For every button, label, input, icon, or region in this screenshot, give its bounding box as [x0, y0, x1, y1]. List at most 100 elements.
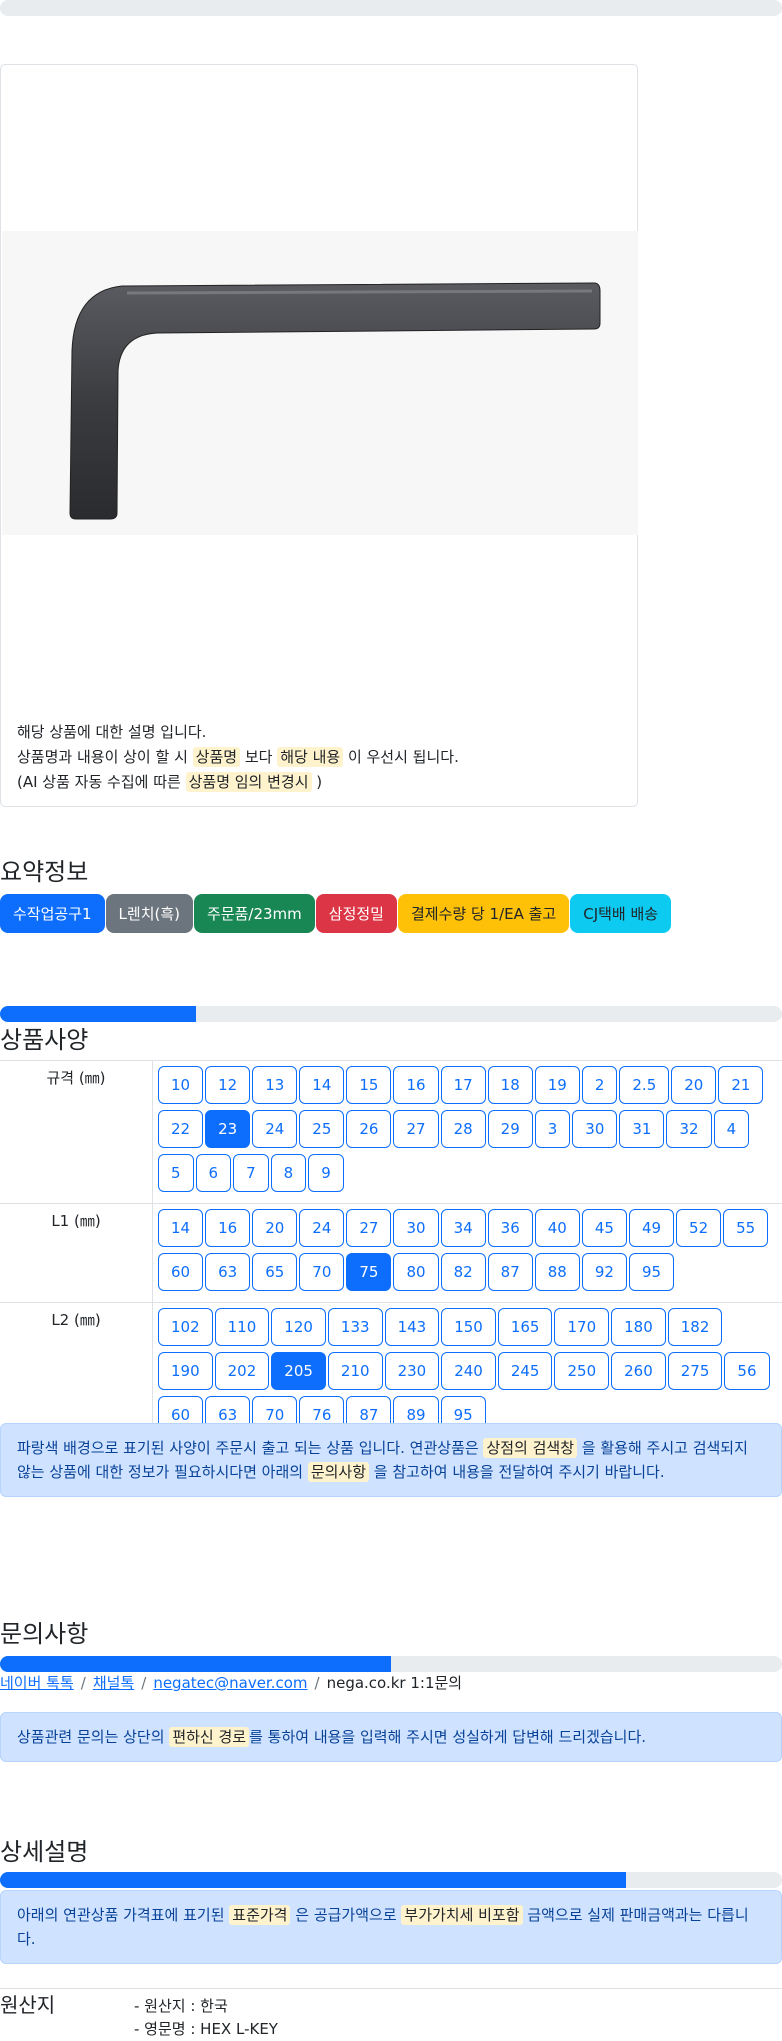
- spec-option-chip[interactable]: 16: [393, 1066, 439, 1104]
- highlight-inquiry: 문의사항: [307, 1462, 370, 1482]
- spec-option-chip[interactable]: 110: [214, 1308, 270, 1346]
- spec-option-chip[interactable]: 27: [346, 1209, 392, 1247]
- spec-option-chip[interactable]: 4: [713, 1110, 750, 1148]
- summary-title: 요약정보: [0, 858, 89, 886]
- highlight-search: 상점의 검색창: [483, 1438, 578, 1458]
- spec-option-chip[interactable]: 22: [158, 1110, 204, 1148]
- spec-option-chip[interactable]: 18: [487, 1066, 533, 1104]
- spec-option-chip[interactable]: 5: [158, 1154, 194, 1192]
- spec-option-chip[interactable]: 16: [205, 1209, 251, 1247]
- spec-row: L1 (㎜) 14 16 20 24 27 30 34 36 40 45 49 52 55 60 63 65 70…: [0, 1203, 782, 1303]
- spec-option-chip[interactable]: 275: [667, 1352, 723, 1390]
- spec-option-chip[interactable]: 82: [440, 1253, 486, 1291]
- spec-option-chip[interactable]: 2: [581, 1066, 618, 1104]
- spec-option-chip[interactable]: 170: [554, 1308, 610, 1346]
- spec-option-chip[interactable]: 24: [252, 1110, 298, 1148]
- spec-option-chip[interactable]: 133: [327, 1308, 383, 1346]
- spec-label: L1 (㎜): [0, 1203, 153, 1303]
- spec-option-chip[interactable]: 26: [346, 1110, 392, 1148]
- summary-badge: 주문품/23mm: [194, 894, 315, 933]
- spec-option-chip[interactable]: 15: [346, 1066, 392, 1104]
- spec-option-chip[interactable]: 52: [676, 1209, 722, 1247]
- spec-option-chip[interactable]: 143: [384, 1308, 440, 1346]
- spec-option-chip[interactable]: 250: [554, 1352, 610, 1390]
- spec-option-chip[interactable]: 25: [299, 1110, 345, 1148]
- spec-option-chip[interactable]: 30: [393, 1209, 439, 1247]
- spec-option-chip[interactable]: 7: [233, 1154, 269, 1192]
- spec-option-chip[interactable]: 31: [619, 1110, 665, 1148]
- spec-option-chip[interactable]: 182: [667, 1308, 723, 1346]
- spec-option-chip[interactable]: 14: [299, 1066, 345, 1104]
- top-progress-bar: [0, 0, 782, 16]
- naver-talk-link[interactable]: 네이버 톡톡: [0, 1674, 74, 1692]
- spec-option-chip[interactable]: 28: [440, 1110, 486, 1148]
- summary-badge: L렌치(흑): [105, 894, 194, 933]
- spec-option-chip[interactable]: 3: [534, 1110, 571, 1148]
- highlight: 표준가격: [229, 1905, 291, 1925]
- spec-option-chip[interactable]: 29: [487, 1110, 533, 1148]
- spec-option-chip[interactable]: 260: [611, 1352, 666, 1390]
- spec-option-chip[interactable]: 70: [299, 1253, 345, 1291]
- spec-option-chip[interactable]: 102: [158, 1308, 213, 1346]
- spec-option-chip[interactable]: 205: [271, 1352, 326, 1390]
- spec-option-chip[interactable]: 88: [534, 1253, 580, 1291]
- spec-option-chip[interactable]: 87: [487, 1253, 533, 1291]
- spec-option-chip[interactable]: 30: [572, 1110, 618, 1148]
- spec-option-chip[interactable]: 6: [195, 1154, 232, 1192]
- desc-line-1: 해당 상품에 대한 설명 입니다.: [17, 723, 207, 741]
- spec-option-chip[interactable]: 165: [497, 1308, 553, 1346]
- highlight: 부가가치세 비포함: [401, 1905, 523, 1925]
- spec-option-chip[interactable]: 202: [214, 1352, 270, 1390]
- spec-option-chip[interactable]: 240: [441, 1352, 496, 1390]
- spec-option-chip[interactable]: 36: [487, 1209, 533, 1247]
- spec-option-chip[interactable]: 20: [252, 1209, 298, 1247]
- spec-option-chip[interactable]: 8: [270, 1154, 307, 1192]
- spec-option-chip[interactable]: 60: [158, 1253, 204, 1291]
- spec-progress: [0, 1006, 782, 1022]
- spec-option-chip[interactable]: 17: [440, 1066, 486, 1104]
- spec-label: 규격 (㎜): [0, 1060, 153, 1204]
- spec-option-chip[interactable]: 55: [723, 1209, 769, 1247]
- email-link[interactable]: negatec@naver.com: [153, 1674, 307, 1692]
- spec-option-chip[interactable]: 150: [441, 1308, 496, 1346]
- spec-option-chip[interactable]: 21: [718, 1066, 764, 1104]
- spec-option-chip[interactable]: 63: [205, 1253, 251, 1291]
- spec-option-chip[interactable]: 120: [271, 1308, 326, 1346]
- detail-progress: [0, 1872, 782, 1888]
- spec-option-chip[interactable]: 65: [252, 1253, 298, 1291]
- spec-option-chip[interactable]: 56: [724, 1352, 770, 1390]
- spec-option-chip[interactable]: 27: [393, 1110, 439, 1148]
- spec-option-chip[interactable]: 75: [346, 1253, 392, 1291]
- summary-badge: 결제수량 당 1/EA 출고: [397, 894, 570, 933]
- spec-option-chip[interactable]: 34: [440, 1209, 486, 1247]
- spec-option-chip[interactable]: 230: [384, 1352, 440, 1390]
- spec-option-chip[interactable]: 13: [252, 1066, 298, 1104]
- summary-badge: CJ택배 배송: [570, 894, 672, 933]
- spec-option-chip[interactable]: 190: [158, 1352, 213, 1390]
- spec-option-chip[interactable]: 95: [628, 1253, 675, 1291]
- origin-list: - 원산지 : 한국 - 영문명 : HEX L-KEY: [134, 1995, 278, 2041]
- spec-option-chip[interactable]: 9: [308, 1154, 344, 1192]
- spec-option-chip[interactable]: 20: [671, 1066, 717, 1104]
- spec-option-chip[interactable]: 23: [205, 1110, 251, 1148]
- origin-label: 원산지: [0, 1993, 56, 2017]
- spec-option-chip[interactable]: 2.5: [619, 1066, 670, 1104]
- spec-option-chip[interactable]: 14: [158, 1209, 204, 1247]
- summary-badge: 삼정정밀: [315, 894, 397, 933]
- hex-key-image: [69, 282, 601, 520]
- spec-option-chip[interactable]: 245: [497, 1352, 553, 1390]
- spec-option-chip[interactable]: 180: [611, 1308, 666, 1346]
- spec-option-chip[interactable]: 19: [534, 1066, 580, 1104]
- spec-option-chip[interactable]: 10: [158, 1066, 204, 1104]
- spec-option-chip[interactable]: 210: [327, 1352, 383, 1390]
- spec-option-chip[interactable]: 49: [628, 1209, 675, 1247]
- spec-option-chip[interactable]: 32: [666, 1110, 712, 1148]
- spec-option-chip[interactable]: 45: [581, 1209, 627, 1247]
- spec-option-chip[interactable]: 92: [581, 1253, 627, 1291]
- spec-option-chip[interactable]: 40: [534, 1209, 580, 1247]
- spec-option-chip[interactable]: 80: [393, 1253, 439, 1291]
- spec-option-chip[interactable]: 24: [299, 1209, 345, 1247]
- spec-option-chip[interactable]: 12: [205, 1066, 251, 1104]
- spec-table: 규격 (㎜) 10 12 13 14 15 16 17 18 19 2 2.5 20 21 22 23 24 25…: [0, 1060, 782, 1445]
- channel-talk-link[interactable]: 채널톡: [93, 1674, 134, 1692]
